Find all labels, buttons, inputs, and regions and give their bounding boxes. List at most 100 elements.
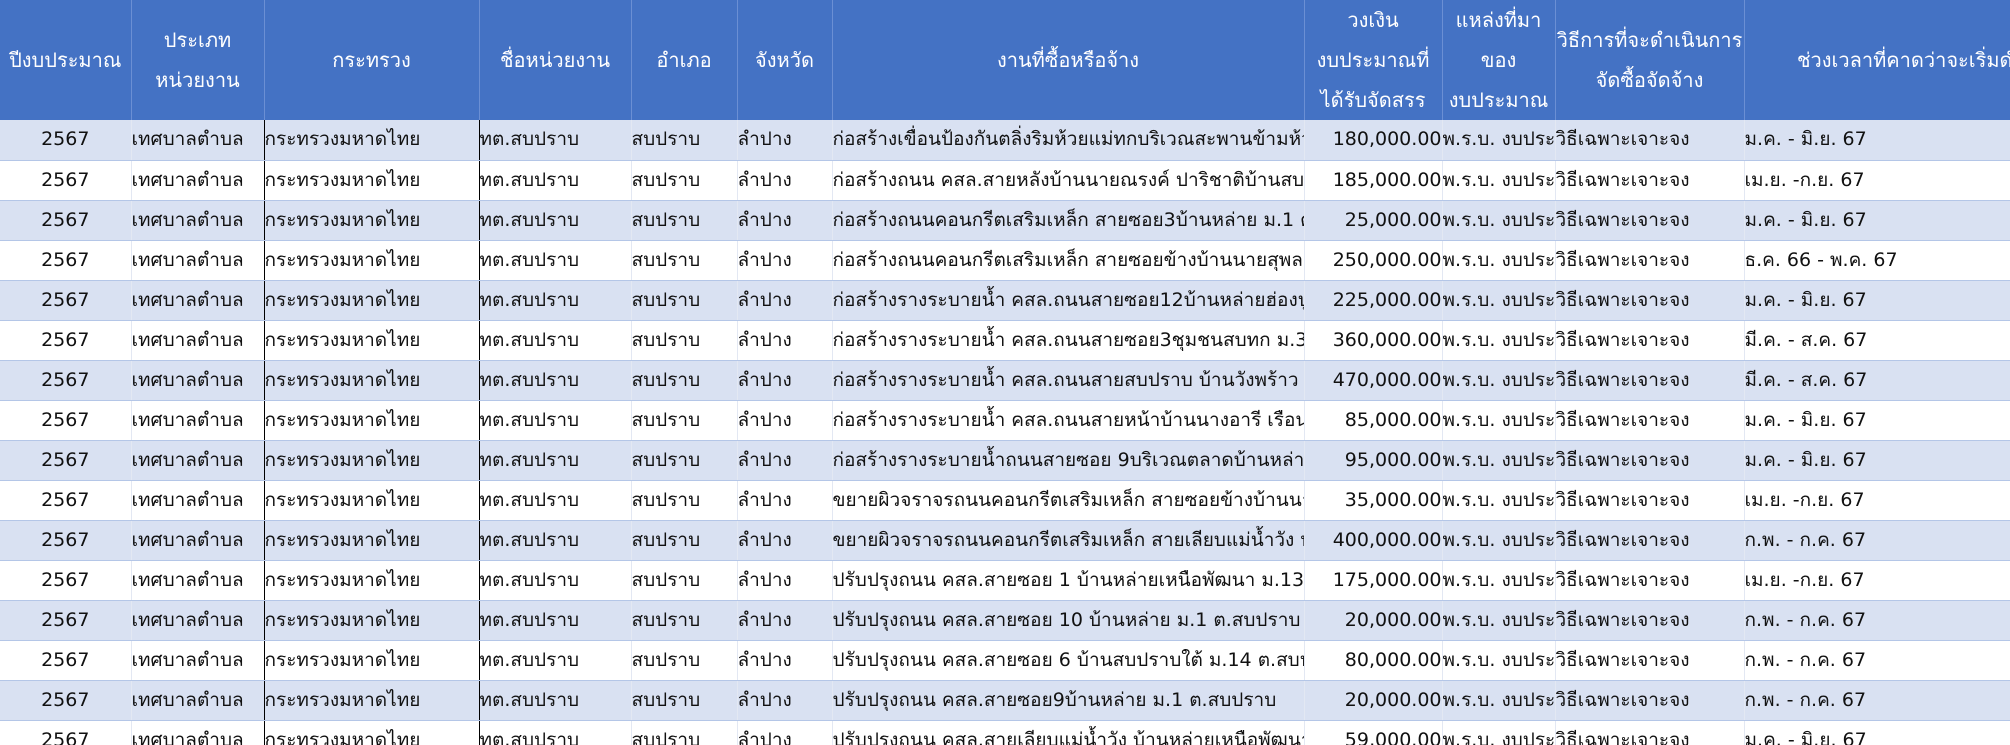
header-cell-budget-source[interactable]: แหล่งที่มา ของ งบประมาณ bbox=[1442, 0, 1556, 120]
header-cell-agency-name[interactable]: ชื่อหน่วยงาน bbox=[479, 0, 632, 120]
cell-province[interactable]: ลำปาง bbox=[737, 200, 833, 241]
cell-agency-name[interactable]: ทต.สบปราบ bbox=[479, 560, 632, 601]
cell-budget-source[interactable]: พ.ร.บ. งบประมาณ bbox=[1442, 520, 1556, 561]
cell-agency-type[interactable]: เทศบาลตำบล bbox=[130, 200, 265, 241]
cell-district[interactable]: สบปราบ bbox=[631, 520, 738, 561]
cell-period[interactable]: ก.พ. - ก.ค. 67 bbox=[1744, 520, 2010, 561]
cell-district[interactable]: สบปราบ bbox=[631, 280, 738, 321]
header-cell-procurement-item[interactable]: งานที่ซื้อหรือจ้าง bbox=[832, 0, 1305, 120]
cell-ministry[interactable]: กระทรวงมหาดไทย bbox=[263, 560, 480, 601]
cell-period[interactable]: เม.ย. -ก.ย. 67 bbox=[1744, 160, 2010, 201]
cell-agency-type[interactable]: เทศบาลตำบล bbox=[130, 160, 265, 201]
cell-district[interactable]: สบปราบ bbox=[631, 200, 738, 241]
cell-method[interactable]: วิธีเฉพาะเจาะจง bbox=[1555, 320, 1745, 361]
cell-agency-name[interactable]: ทต.สบปราบ bbox=[479, 640, 632, 681]
cell-agency-type[interactable]: เทศบาลตำบล bbox=[130, 560, 265, 601]
cell-ministry[interactable]: กระทรวงมหาดไทย bbox=[263, 200, 480, 241]
cell-fiscal-year[interactable]: 2567 bbox=[0, 640, 132, 681]
cell-district[interactable]: สบปราบ bbox=[631, 360, 738, 401]
header-cell-ministry[interactable]: กระทรวง bbox=[264, 0, 480, 120]
cell-ministry[interactable]: กระทรวงมหาดไทย bbox=[263, 640, 480, 681]
cell-procurement-item[interactable]: ก่อสร้างถนนคอนกรีตเสริมเหล็ก สายซอย3บ้าน… bbox=[832, 200, 1305, 241]
cell-period[interactable]: ม.ค. - มิ.ย. 67 bbox=[1744, 280, 2010, 321]
cell-budget[interactable]: 59,000.00 bbox=[1304, 720, 1443, 745]
cell-method[interactable]: วิธีเฉพาะเจาะจง bbox=[1555, 400, 1745, 441]
cell-agency-name[interactable]: ทต.สบปราบ bbox=[479, 320, 632, 361]
cell-ministry[interactable]: กระทรวงมหาดไทย bbox=[263, 600, 480, 641]
cell-method[interactable]: วิธีเฉพาะเจาะจง bbox=[1555, 120, 1745, 161]
cell-agency-type[interactable]: เทศบาลตำบล bbox=[130, 400, 265, 441]
cell-method[interactable]: วิธีเฉพาะเจาะจง bbox=[1555, 720, 1745, 745]
cell-fiscal-year[interactable]: 2567 bbox=[0, 320, 132, 361]
cell-procurement-item[interactable]: ก่อสร้างถนนคอนกรีตเสริมเหล็ก สายซอยข้างบ… bbox=[832, 240, 1305, 281]
cell-method[interactable]: วิธีเฉพาะเจาะจง bbox=[1555, 240, 1745, 281]
header-cell-budget[interactable]: วงเงิน งบประมาณที่ ได้รับจัดสรร bbox=[1304, 0, 1443, 120]
cell-district[interactable]: สบปราบ bbox=[631, 640, 738, 681]
cell-agency-type[interactable]: เทศบาลตำบล bbox=[130, 480, 265, 521]
cell-agency-name[interactable]: ทต.สบปราบ bbox=[479, 400, 632, 441]
cell-district[interactable]: สบปราบ bbox=[631, 600, 738, 641]
cell-fiscal-year[interactable]: 2567 bbox=[0, 200, 132, 241]
cell-province[interactable]: ลำปาง bbox=[737, 560, 833, 601]
cell-ministry[interactable]: กระทรวงมหาดไทย bbox=[263, 120, 480, 161]
cell-province[interactable]: ลำปาง bbox=[737, 240, 833, 281]
cell-budget-source[interactable]: พ.ร.บ. งบประมาณ bbox=[1442, 640, 1556, 681]
cell-province[interactable]: ลำปาง bbox=[737, 320, 833, 361]
cell-agency-name[interactable]: ทต.สบปราบ bbox=[479, 600, 632, 641]
cell-ministry[interactable]: กระทรวงมหาดไทย bbox=[263, 520, 480, 561]
cell-fiscal-year[interactable]: 2567 bbox=[0, 360, 132, 401]
cell-budget[interactable]: 85,000.00 bbox=[1304, 400, 1443, 441]
cell-procurement-item[interactable]: ก่อสร้างถนน คสล.สายหลังบ้านนายณรงค์ ปาริ… bbox=[832, 160, 1305, 201]
cell-budget-source[interactable]: พ.ร.บ. งบประมาณ bbox=[1442, 400, 1556, 441]
cell-district[interactable]: สบปราบ bbox=[631, 560, 738, 601]
cell-fiscal-year[interactable]: 2567 bbox=[0, 400, 132, 441]
cell-budget-source[interactable]: พ.ร.บ. งบประมาณ bbox=[1442, 200, 1556, 241]
cell-budget[interactable]: 470,000.00 bbox=[1304, 360, 1443, 401]
cell-province[interactable]: ลำปาง bbox=[737, 640, 833, 681]
cell-budget[interactable]: 175,000.00 bbox=[1304, 560, 1443, 601]
cell-agency-type[interactable]: เทศบาลตำบล bbox=[130, 240, 265, 281]
cell-agency-type[interactable]: เทศบาลตำบล bbox=[130, 120, 265, 161]
cell-ministry[interactable]: กระทรวงมหาดไทย bbox=[263, 400, 480, 441]
cell-procurement-item[interactable]: ก่อสร้างเขื่อนป้องกันตลิ่งริมห้วยแม่ทกบร… bbox=[832, 120, 1305, 161]
cell-procurement-item[interactable]: ปรับปรุงถนน คสล.สายซอย 10 บ้านหล่าย ม.1 … bbox=[832, 600, 1305, 641]
cell-fiscal-year[interactable]: 2567 bbox=[0, 160, 132, 201]
cell-ministry[interactable]: กระทรวงมหาดไทย bbox=[263, 360, 480, 401]
cell-method[interactable]: วิธีเฉพาะเจาะจง bbox=[1555, 200, 1745, 241]
cell-budget[interactable]: 185,000.00 bbox=[1304, 160, 1443, 201]
cell-method[interactable]: วิธีเฉพาะเจาะจง bbox=[1555, 520, 1745, 561]
cell-agency-type[interactable]: เทศบาลตำบล bbox=[130, 320, 265, 361]
cell-budget[interactable]: 250,000.00 bbox=[1304, 240, 1443, 281]
cell-period[interactable]: ม.ค. - มิ.ย. 67 bbox=[1744, 720, 2010, 745]
cell-procurement-item[interactable]: ก่อสร้างรางระบายน้ำถนนสายซอย 9บริเวณตลาด… bbox=[832, 440, 1305, 481]
cell-agency-name[interactable]: ทต.สบปราบ bbox=[479, 240, 632, 281]
cell-district[interactable]: สบปราบ bbox=[631, 320, 738, 361]
cell-agency-name[interactable]: ทต.สบปราบ bbox=[479, 160, 632, 201]
cell-period[interactable]: มี.ค. - ส.ค. 67 bbox=[1744, 320, 2010, 361]
cell-fiscal-year[interactable]: 2567 bbox=[0, 520, 132, 561]
header-cell-method[interactable]: วิธีการที่จะดำเนินการ จัดซื้อจัดจ้าง bbox=[1555, 0, 1745, 120]
cell-agency-type[interactable]: เทศบาลตำบล bbox=[130, 680, 265, 721]
cell-province[interactable]: ลำปาง bbox=[737, 360, 833, 401]
cell-ministry[interactable]: กระทรวงมหาดไทย bbox=[263, 680, 480, 721]
cell-agency-type[interactable]: เทศบาลตำบล bbox=[130, 520, 265, 561]
cell-method[interactable]: วิธีเฉพาะเจาะจง bbox=[1555, 440, 1745, 481]
cell-budget[interactable]: 360,000.00 bbox=[1304, 320, 1443, 361]
cell-period[interactable]: ม.ค. - มิ.ย. 67 bbox=[1744, 200, 2010, 241]
cell-agency-type[interactable]: เทศบาลตำบล bbox=[130, 440, 265, 481]
cell-budget-source[interactable]: พ.ร.บ. งบประมาณ bbox=[1442, 160, 1556, 201]
cell-procurement-item[interactable]: ปรับปรุงถนน คสล.สายซอย9บ้านหล่าย ม.1 ต.ส… bbox=[832, 680, 1305, 721]
cell-province[interactable]: ลำปาง bbox=[737, 600, 833, 641]
cell-procurement-item[interactable]: ก่อสร้างรางระบายน้ำ คสล.ถนนสายซอย12บ้านห… bbox=[832, 280, 1305, 321]
cell-method[interactable]: วิธีเฉพาะเจาะจง bbox=[1555, 560, 1745, 601]
cell-budget[interactable]: 180,000.00 bbox=[1304, 120, 1443, 161]
cell-budget-source[interactable]: พ.ร.บ. งบประมาณ bbox=[1442, 360, 1556, 401]
cell-agency-name[interactable]: ทต.สบปราบ bbox=[479, 680, 632, 721]
cell-budget[interactable]: 95,000.00 bbox=[1304, 440, 1443, 481]
cell-procurement-item[interactable]: ก่อสร้างรางระบายน้ำ คสล.ถนนสายหน้าบ้านนา… bbox=[832, 400, 1305, 441]
cell-period[interactable]: เม.ย. -ก.ย. 67 bbox=[1744, 480, 2010, 521]
cell-agency-type[interactable]: เทศบาลตำบล bbox=[130, 640, 265, 681]
cell-fiscal-year[interactable]: 2567 bbox=[0, 440, 132, 481]
cell-district[interactable]: สบปราบ bbox=[631, 680, 738, 721]
cell-fiscal-year[interactable]: 2567 bbox=[0, 240, 132, 281]
